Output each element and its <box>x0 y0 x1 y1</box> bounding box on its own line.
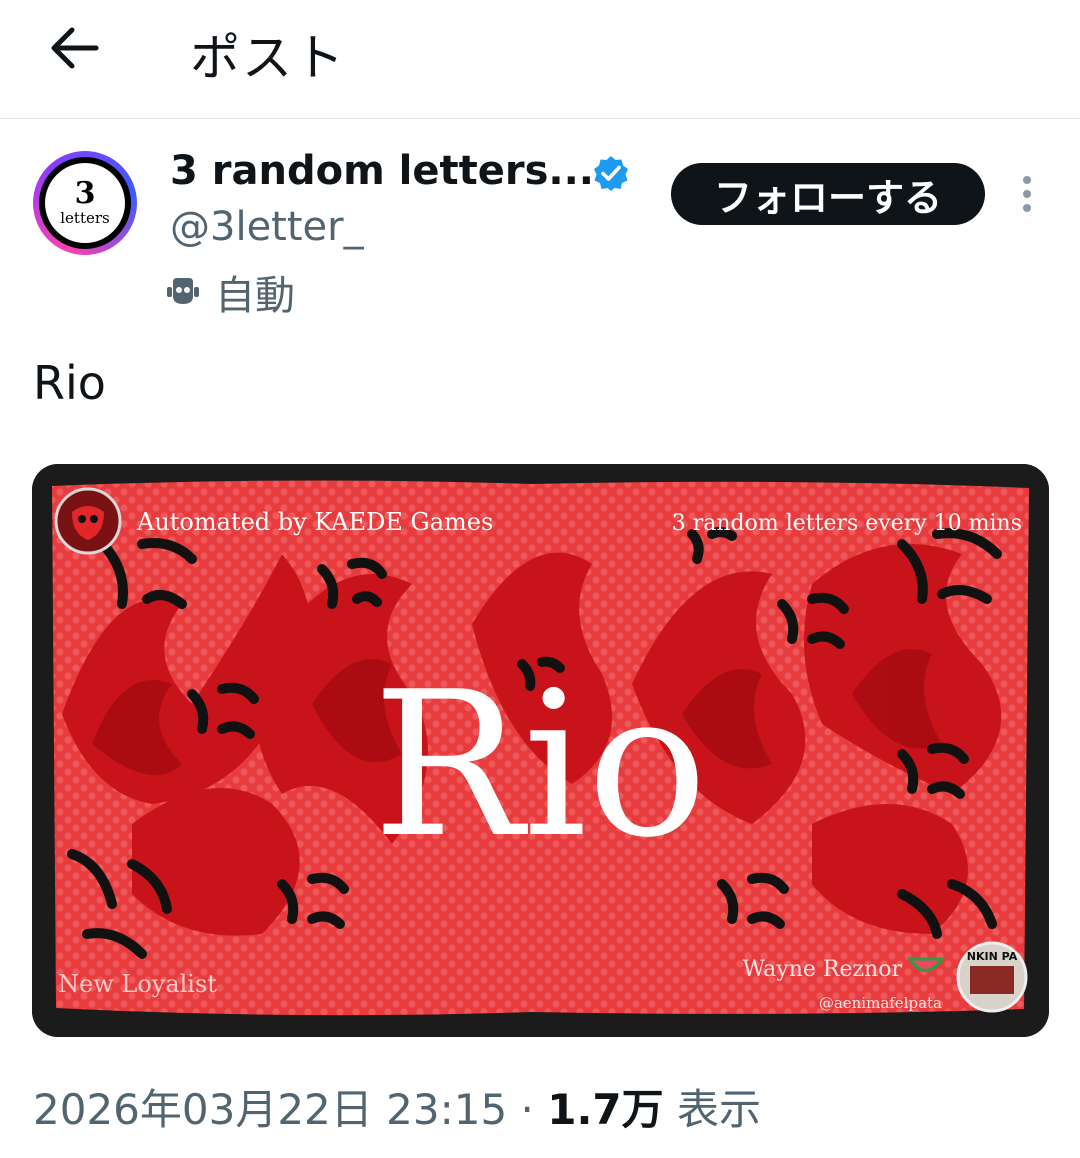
more-vertical-icon[interactable] <box>1010 170 1044 218</box>
image-main-word: Rio <box>373 649 708 882</box>
avatar[interactable]: 3 letters <box>33 151 137 255</box>
image-bottom-left-text: New Loyalist <box>58 970 217 998</box>
image-bottom-handle: @aenimafelpata <box>819 994 942 1012</box>
verified-badge-icon <box>594 156 628 191</box>
arrow-left-icon[interactable] <box>46 22 102 74</box>
page-title: ポスト <box>190 29 346 87</box>
post-image[interactable]: Rio Automated by KAEDE Games 3 random le… <box>32 464 1049 1037</box>
image-top-right-text: 3 random letters every 10 mins <box>672 511 1022 536</box>
album-cover-icon: NKIN PA <box>956 941 1028 1013</box>
header-bar: ポスト <box>0 0 1080 119</box>
display-name[interactable]: 3 random letters... <box>170 148 594 194</box>
image-bottom-right-text: Wayne Reznor <box>742 957 902 982</box>
automated-label-row: 自動 <box>165 266 295 319</box>
follow-button[interactable]: フォローする <box>671 163 985 225</box>
automated-label: 自動 <box>215 273 295 319</box>
robot-icon <box>167 278 199 304</box>
views-label: 表示 <box>677 1085 762 1134</box>
meta-separator: · <box>520 1085 534 1134</box>
kaede-logo-icon <box>54 487 122 555</box>
image-top-left-text: Automated by KAEDE Games <box>136 508 493 536</box>
view-count: 1.7万 <box>547 1085 664 1134</box>
avatar-word: letters <box>60 209 110 227</box>
post-image-art: Rio Automated by KAEDE Games 3 random le… <box>32 464 1049 1037</box>
avatar-number: 3 <box>74 176 96 211</box>
post-datetime[interactable]: 2026年03月22日 23:15 <box>33 1085 507 1134</box>
account-handle[interactable]: @3letter_ <box>170 204 364 250</box>
post-meta: 2026年03月22日 23:15 · 1.7万 表示 <box>33 1076 761 1137</box>
album-cover-text: NKIN PA <box>967 950 1018 963</box>
post-text: Rio <box>33 356 106 410</box>
